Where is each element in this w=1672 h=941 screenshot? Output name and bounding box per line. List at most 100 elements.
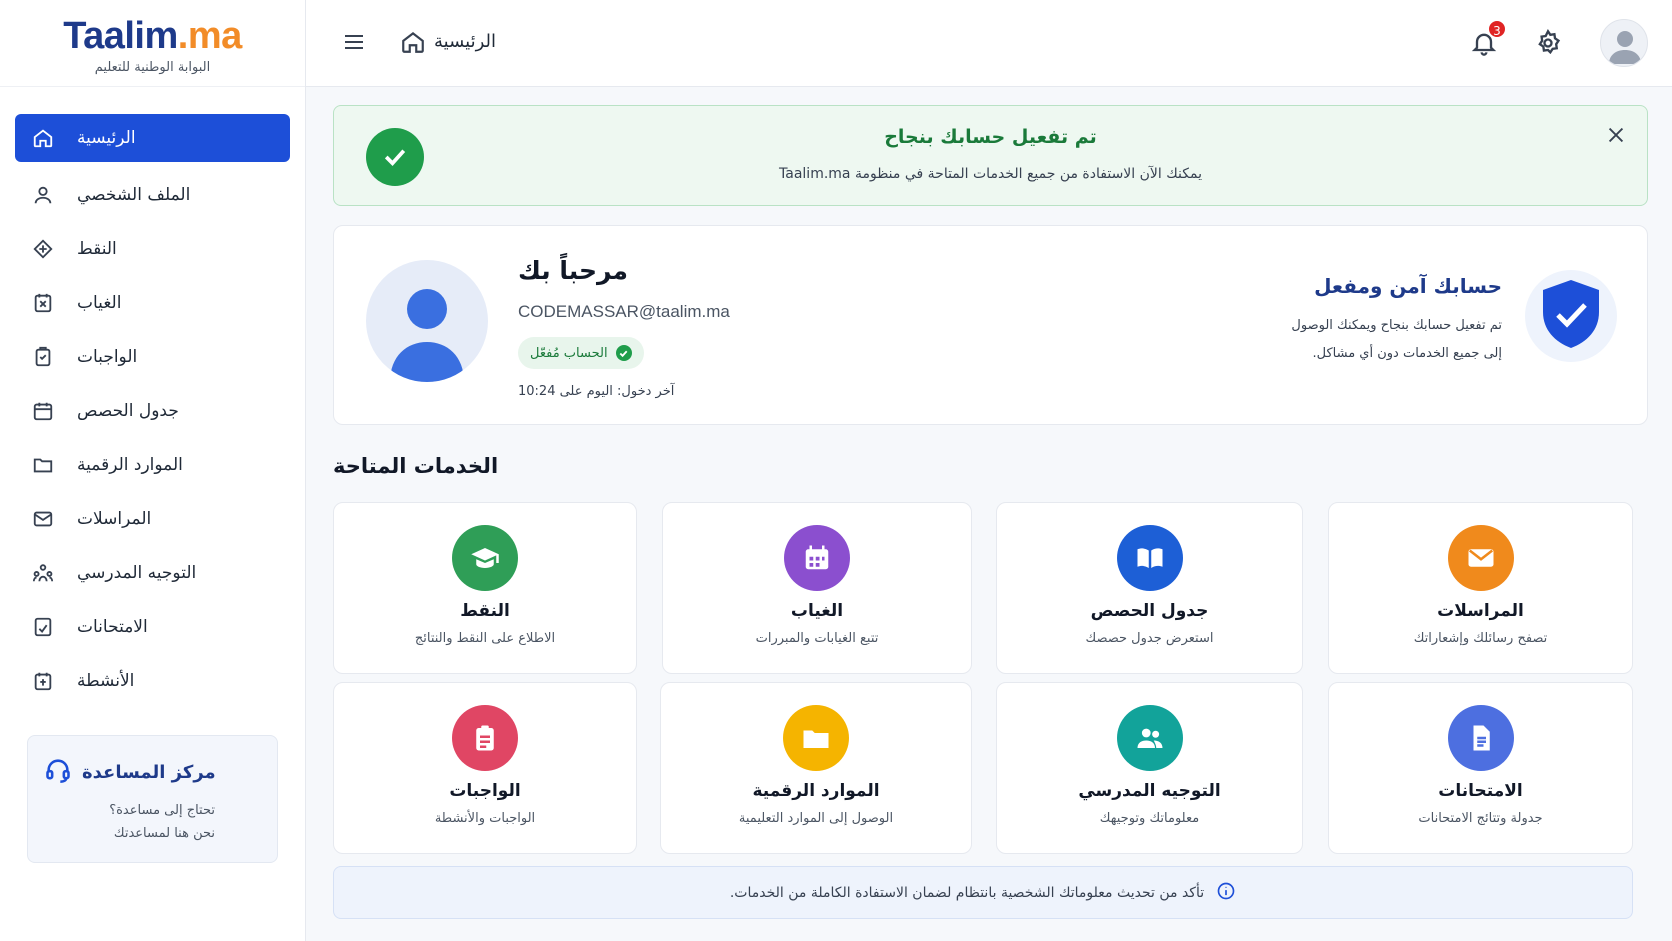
sidebar-item-homework[interactable]: الواجبات (15, 332, 290, 382)
service-title: الموارد الرقمية (752, 781, 880, 801)
service-title: جدول الحصص (1090, 601, 1209, 621)
calendar-icon (31, 399, 55, 423)
calendar-icon (784, 525, 850, 591)
sidebar-item-grades[interactable]: النقط (15, 224, 290, 274)
graduation-cap-icon (452, 525, 518, 591)
service-title: التوجيه المدرسي (1078, 781, 1221, 801)
sidebar-item-label: الملف الشخصي (77, 185, 191, 205)
help-line-2: نحن هنا لمساعدتك (113, 826, 215, 841)
breadcrumb[interactable]: الرئيسية (434, 31, 496, 52)
sidebar-item-resources[interactable]: الموارد الرقمية (15, 440, 290, 490)
secure-title: حسابك آمن ومفعل (1314, 274, 1502, 298)
last-login: آخر دخول: اليوم على 10:24 (518, 384, 675, 399)
info-icon (1216, 881, 1236, 905)
folder-icon (783, 705, 849, 771)
profile-avatar (366, 260, 488, 382)
mail-icon (31, 507, 55, 531)
service-card-absence[interactable]: الغياب تتبع الغيابات والمبررات (662, 502, 972, 674)
sidebar-item-absence[interactable]: الغياب (15, 278, 290, 328)
sidebar-item-messages[interactable]: المراسلات (15, 494, 290, 544)
breadcrumb-home-icon[interactable] (400, 29, 426, 55)
guidance-icon (31, 561, 55, 585)
service-title: الغياب (790, 601, 844, 621)
success-alert: تم تفعيل حسابك بنجاح يمكنك الآن الاستفاد… (333, 105, 1648, 206)
service-card-guidance[interactable]: التوجيه المدرسي معلوماتك وتوجيهك (996, 682, 1303, 854)
sidebar-item-profile[interactable]: الملف الشخصي (15, 170, 290, 220)
service-subtitle: معلوماتك وتوجيهك (1099, 811, 1200, 826)
sidebar-item-label: الغياب (77, 293, 122, 313)
topbar: الرئيسية 3 (306, 0, 1672, 87)
services-title: الخدمات المتاحة (333, 454, 499, 478)
service-card-exams[interactable]: الامتحانات جدولة وتتائج الامتحانات (1328, 682, 1633, 854)
user-email: CODEMASSAR@taalim.ma (518, 302, 730, 321)
brand-name: Taalim.ma (0, 14, 305, 58)
sidebar-item-label: الامتحانات (77, 617, 148, 637)
service-card-resources[interactable]: الموارد الرقمية الوصول إلى الموارد التعل… (660, 682, 972, 854)
brand-subtitle: البوابة الوطنية للتعليم (94, 60, 211, 75)
sidebar-item-label: الواجبات (77, 347, 138, 367)
absence-icon (31, 291, 55, 315)
help-line-1: تحتاج إلى مساعدة؟ (109, 803, 215, 818)
brand-name-part1: Taalim (63, 15, 178, 57)
service-card-homework[interactable]: الواجبات الواجبات والأنشطة (333, 682, 637, 854)
envelope-icon (1447, 525, 1514, 591)
service-subtitle: استعرض جدول حصصك (1085, 631, 1214, 646)
users-icon (1116, 705, 1183, 771)
info-banner: تأكد من تحديث معلوماتك الشخصية بانتظام ل… (333, 866, 1633, 919)
sidebar-item-home[interactable]: الرئيسية (15, 114, 290, 162)
service-subtitle: جدولة وتتائج الامتحانات (1418, 811, 1543, 826)
service-subtitle: تتبع الغيابات والمبررات (755, 631, 879, 646)
service-card-timetable[interactable]: جدول الحصص استعرض جدول حصصك (996, 502, 1303, 674)
sidebar-nav: الرئيسية الملف الشخصي النقط الغياب الواج… (15, 114, 290, 710)
sidebar-item-label: النقط (77, 239, 117, 259)
user-icon (31, 183, 55, 207)
avatar[interactable] (1600, 19, 1648, 67)
homework-icon (31, 345, 55, 369)
service-subtitle: الواجبات والأنشطة (434, 811, 536, 826)
status-label: الحساب مُفعّل (530, 345, 608, 361)
check-icon (615, 345, 632, 361)
folder-icon (31, 453, 55, 477)
menu-icon[interactable] (342, 30, 366, 54)
sidebar-item-activities[interactable]: الأنشطة (15, 656, 290, 706)
exam-icon (31, 615, 55, 639)
activities-icon (31, 669, 55, 693)
sidebar-item-label: التوجيه المدرسي (77, 563, 197, 583)
alert-title: تم تفعيل حسابك بنجاح (884, 126, 1097, 148)
sidebar: Taalim.ma البوابة الوطنية للتعليم الرئيس… (0, 0, 306, 941)
clipboard-icon (452, 705, 518, 771)
service-title: النقط (460, 601, 510, 621)
brand-name-part2: .ma (177, 15, 242, 57)
notification-badge: 3 (1487, 19, 1507, 39)
service-card-grades[interactable]: النقط الاطلاع على النقط والنتائج (333, 502, 637, 674)
sidebar-item-label: جدول الحصص (77, 401, 179, 421)
help-center-card[interactable]: مركز المساعدة تحتاج إلى مساعدة؟ نحن هنا … (27, 735, 278, 863)
service-subtitle: الوصول إلى الموارد التعليمية (738, 811, 894, 826)
headset-icon (44, 756, 72, 789)
info-banner-text: تأكد من تحديث معلوماتك الشخصية بانتظام ل… (729, 884, 1205, 901)
book-icon (1116, 525, 1183, 591)
sidebar-item-label: الأنشطة (77, 671, 135, 691)
service-subtitle: تصفح رسائلك وإشعاراتك (1413, 631, 1548, 646)
status-badge: الحساب مُفعّل (518, 337, 644, 369)
sidebar-item-guidance[interactable]: التوجيه المدرسي (15, 548, 290, 598)
sidebar-item-timetable[interactable]: جدول الحصص (15, 386, 290, 436)
welcome-card: مرحباً بك CODEMASSAR@taalim.ma الحساب مُ… (333, 225, 1648, 425)
welcome-greeting: مرحباً بك (518, 256, 629, 285)
close-icon[interactable] (1605, 124, 1627, 146)
service-title: الامتحانات (1438, 781, 1523, 801)
sidebar-item-exams[interactable]: الامتحانات (15, 602, 290, 652)
service-title: المراسلات (1437, 601, 1524, 621)
gear-icon[interactable] (1534, 29, 1562, 57)
service-card-messages[interactable]: المراسلات تصفح رسائلك وإشعاراتك (1328, 502, 1633, 674)
help-center-title-row: مركز المساعدة (44, 756, 261, 789)
brand-logo[interactable]: Taalim.ma البوابة الوطنية للتعليم (0, 0, 305, 87)
secure-line-1: تم تفعيل حسابك بنجاح ويمكنك الوصول (1291, 318, 1502, 333)
home-icon (31, 126, 55, 150)
secure-line-2: إلى جميع الخدمات دون أي مشاكل. (1312, 346, 1502, 361)
document-icon (1447, 705, 1514, 771)
alert-text: يمكنك الآن الاستفادة من جميع الخدمات الم… (779, 166, 1202, 182)
service-title: الواجبات (449, 781, 521, 801)
sidebar-item-label: الرئيسية (77, 128, 136, 148)
sidebar-item-label: المراسلات (77, 509, 152, 529)
